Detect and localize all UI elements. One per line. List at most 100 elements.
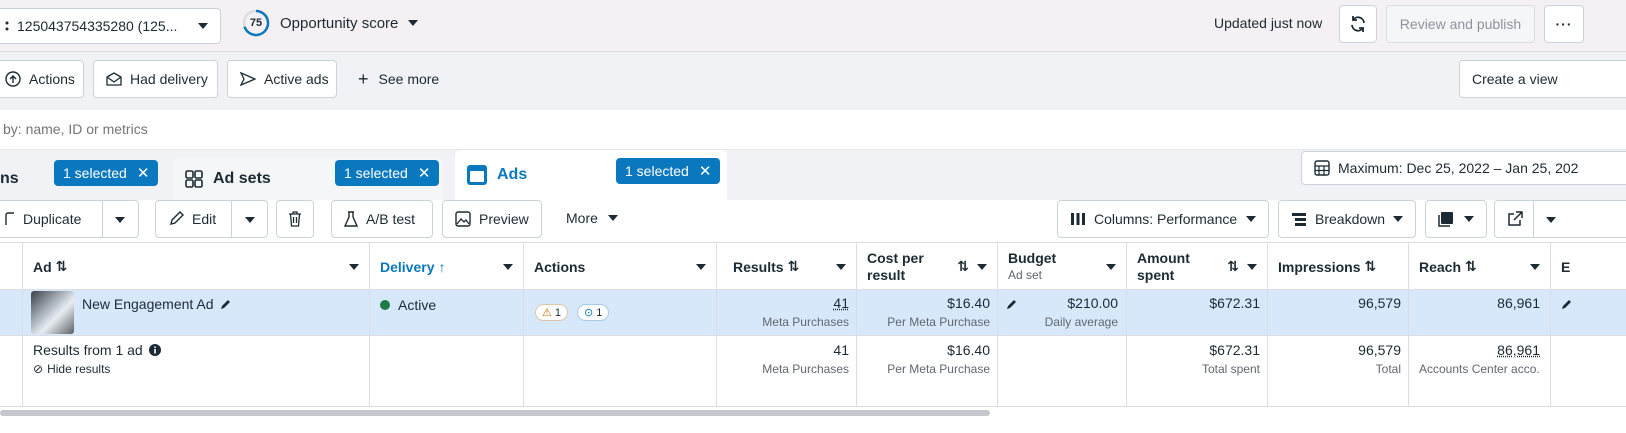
header-cost-line2: result	[867, 267, 924, 284]
account-selector[interactable]: 125043754335280 (125...	[0, 8, 221, 44]
header-reach[interactable]: Reach ⇅	[1409, 243, 1551, 290]
header-cost-per-result[interactable]: Cost per result ⇅	[857, 243, 998, 290]
header-impressions[interactable]: Impressions ⇅	[1268, 243, 1409, 290]
warning-badge[interactable]: ⚠ 1	[535, 304, 568, 321]
header-next-label: E	[1561, 259, 1570, 275]
header-budget-label: Budget	[1008, 250, 1056, 267]
opportunity-badge[interactable]: ⊙ 1	[577, 304, 609, 321]
filter-active-ads[interactable]: Active ads	[227, 60, 337, 98]
create-view-label: Create a view	[1472, 71, 1558, 87]
header-delivery[interactable]: Delivery ↑	[370, 243, 524, 290]
more-options-button[interactable]: ···	[1544, 5, 1584, 43]
pencil-icon[interactable]	[220, 298, 232, 310]
close-icon[interactable]: ✕	[418, 164, 431, 182]
summary-delivery-cell	[370, 336, 524, 406]
export-button[interactable]	[1494, 200, 1626, 238]
arrow-up-circle-icon	[5, 71, 21, 87]
row-checkbox-cell[interactable]	[0, 290, 23, 335]
chevron-down-icon	[1247, 264, 1257, 270]
horizontal-scrollbar[interactable]	[0, 410, 990, 416]
summary-budget-cell	[998, 336, 1127, 406]
search-bar	[0, 110, 1626, 150]
eye-off-icon: ⊘	[33, 362, 43, 376]
filter-active-ads-label: Active ads	[264, 71, 329, 87]
opportunity-score[interactable]: 75 Opportunity score	[242, 9, 418, 37]
chevron-down-icon	[696, 264, 706, 270]
header-results[interactable]: Results ⇅	[717, 243, 857, 290]
preview-button[interactable]: Preview	[442, 200, 542, 238]
chevron-down-icon[interactable]	[115, 217, 125, 223]
sort-icon: ⇅	[788, 258, 800, 275]
pencil-icon[interactable]	[1561, 298, 1573, 310]
tab-ad-sets-label: Ad sets	[213, 170, 271, 188]
ab-test-button[interactable]: A/B test	[331, 200, 433, 238]
search-input[interactable]	[0, 114, 900, 144]
duplicate-button[interactable]: Duplicate	[0, 200, 139, 238]
pencil-icon[interactable]	[1006, 298, 1018, 310]
chevron-down-icon[interactable]	[245, 217, 255, 223]
summary-cost-value: $16.40	[864, 342, 990, 358]
summary-row: Results from 1 ad ⊘ Hide results 41 Meta…	[0, 336, 1626, 407]
summary-actions-cell	[524, 336, 717, 406]
filter-actions[interactable]: Actions	[0, 60, 84, 98]
close-icon[interactable]: ✕	[699, 162, 712, 180]
header-amount-spent[interactable]: Amount spent ⇅	[1127, 243, 1268, 290]
account-label: 125043754335280 (125...	[17, 18, 177, 34]
breakdown-label: Breakdown	[1315, 211, 1385, 227]
more-icon: ···	[1556, 16, 1573, 32]
hide-results-link[interactable]: ⊘ Hide results	[33, 362, 359, 376]
sort-icon: ⇅	[56, 258, 68, 275]
header-actions[interactable]: Actions	[524, 243, 717, 290]
refresh-button[interactable]	[1339, 5, 1377, 43]
campaigns-selected-chip[interactable]: 1 selected ✕	[54, 160, 158, 186]
table-row[interactable]: New Engagement Ad Active ⚠ 1 ⊙ 1 41 Meta…	[0, 290, 1626, 336]
impressions-cell: 96,579	[1268, 290, 1409, 335]
next-col-cell	[1551, 290, 1626, 335]
sort-icon: ⇅	[1465, 258, 1477, 275]
summary-amount-value: $672.31	[1134, 342, 1260, 358]
filter-had-delivery[interactable]: Had delivery	[93, 60, 218, 98]
budget-value: $210.00	[1006, 295, 1118, 311]
chevron-down-icon	[1246, 216, 1256, 222]
chevron-down-icon	[977, 264, 987, 270]
header-budget[interactable]: Budget Ad set	[998, 243, 1127, 290]
preview-label: Preview	[479, 211, 529, 227]
delete-button[interactable]	[276, 200, 314, 238]
chevron-down-icon	[1464, 216, 1474, 222]
ad-name-cell[interactable]: New Engagement Ad	[23, 290, 370, 335]
summary-reach-value[interactable]: 86,961	[1419, 342, 1540, 358]
adsets-selected-chip[interactable]: 1 selected ✕	[335, 160, 439, 186]
see-more-button[interactable]: + See more	[358, 70, 439, 88]
chevron-down-icon	[198, 23, 208, 29]
breakdown-button[interactable]: Breakdown	[1278, 200, 1416, 238]
ad-name[interactable]: New Engagement Ad	[82, 296, 214, 312]
columns-button[interactable]: Columns: Performance	[1057, 200, 1269, 238]
hide-results-label: Hide results	[47, 362, 110, 376]
amount-spent-cell: $672.31	[1127, 290, 1268, 335]
results-value[interactable]: 41	[724, 295, 849, 311]
date-range-picker[interactable]: Maximum: Dec 25, 2022 – Jan 25, 202	[1301, 151, 1626, 185]
header-actions-label: Actions	[534, 259, 585, 275]
create-view-button[interactable]: Create a view	[1459, 60, 1626, 98]
header-next-col[interactable]: E	[1551, 243, 1626, 290]
list-icon	[5, 19, 11, 33]
tab-ads-label: Ads	[497, 166, 527, 184]
envelope-icon	[106, 72, 122, 86]
send-icon	[240, 72, 256, 86]
more-button[interactable]: More	[566, 210, 618, 226]
tab-campaigns-label: ns	[0, 170, 19, 188]
budget-cell[interactable]: $210.00 Daily average	[998, 290, 1127, 335]
reports-button[interactable]	[1425, 200, 1487, 238]
summary-results-sub: Meta Purchases	[724, 362, 849, 376]
header-ad[interactable]: Ad ⇅	[23, 243, 370, 290]
close-icon[interactable]: ✕	[137, 164, 150, 182]
chevron-down-icon[interactable]	[1546, 217, 1556, 223]
edit-button[interactable]: Edit	[155, 200, 268, 238]
sort-icon: ⇅	[1227, 258, 1239, 275]
chevron-down-icon	[349, 264, 359, 270]
ads-selected-chip[interactable]: 1 selected ✕	[616, 158, 720, 184]
info-icon[interactable]	[149, 344, 161, 356]
results-sub: Meta Purchases	[724, 315, 849, 329]
actions-cell: ⚠ 1 ⊙ 1	[524, 290, 717, 335]
review-publish-button[interactable]: Review and publish	[1386, 5, 1535, 43]
